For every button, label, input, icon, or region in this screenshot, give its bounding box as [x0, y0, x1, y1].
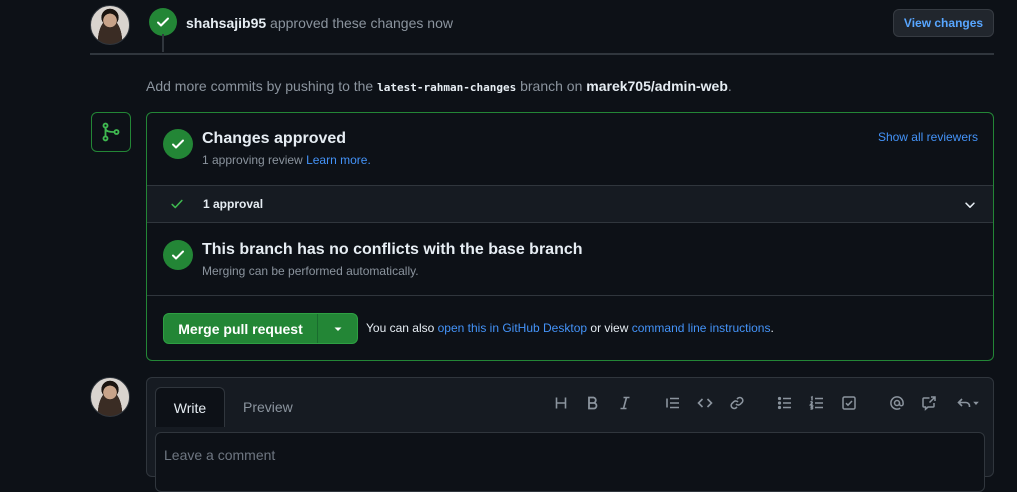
approval-count: 1 approval — [203, 197, 264, 211]
approval-summary-row[interactable]: 1 approval — [147, 185, 993, 223]
tab-write[interactable]: Write — [155, 387, 225, 427]
unordered-list-icon[interactable] — [775, 393, 795, 413]
row-divider — [147, 222, 993, 223]
code-icon[interactable] — [695, 393, 715, 413]
alternate-merge-text: You can also open this in GitHub Desktop… — [366, 321, 774, 335]
also-prefix: You can also — [366, 321, 435, 335]
approved-check-icon — [149, 8, 177, 36]
changes-approved-check-icon — [163, 129, 193, 159]
view-changes-button[interactable]: View changes — [893, 9, 994, 37]
or-view-text: or view — [590, 321, 629, 335]
italic-icon[interactable] — [615, 393, 635, 413]
caret-down-icon — [334, 327, 341, 331]
push-hint-suffix: . — [727, 78, 732, 94]
merge-pull-request-button-group: Merge pull request — [163, 313, 358, 344]
mention-icon[interactable] — [887, 393, 907, 413]
cross-reference-icon[interactable] — [919, 393, 939, 413]
no-conflicts-subtitle: Merging can be performed automatically. — [202, 264, 419, 278]
changes-approved-title: Changes approved — [202, 130, 347, 147]
repo-name[interactable]: marek705/admin-web — [586, 78, 728, 94]
ordered-list-icon[interactable] — [807, 393, 827, 413]
merge-pull-request-button[interactable]: Merge pull request — [164, 314, 318, 343]
push-hint-prefix: Add more commits by pushing to the — [146, 78, 374, 94]
branch-name: latest-rahman-changes — [377, 81, 517, 94]
reviewer-avatar[interactable] — [90, 5, 130, 45]
command-line-instructions-link[interactable]: command line instructions — [632, 321, 771, 335]
timeline-connector — [162, 34, 164, 52]
also-suffix: . — [770, 321, 774, 335]
push-hint-middle: branch on — [520, 78, 583, 94]
saved-replies-icon[interactable] — [953, 393, 983, 413]
caret-down-icon — [973, 401, 979, 405]
github-desktop-link[interactable]: open this in GitHub Desktop — [438, 321, 587, 335]
heading-icon[interactable] — [551, 393, 571, 413]
approving-review-count: 1 approving review — [202, 153, 303, 167]
quote-icon[interactable] — [663, 393, 683, 413]
reviewer-username[interactable]: shahsajib95 — [186, 15, 266, 31]
current-user-avatar[interactable] — [90, 377, 130, 417]
no-conflicts-check-icon — [163, 240, 193, 270]
approval-check-icon — [171, 199, 183, 209]
chevron-down-icon[interactable] — [963, 198, 977, 212]
push-hint: Add more commits by pushing to the lates… — [146, 78, 732, 94]
review-time[interactable]: now — [427, 15, 453, 31]
task-list-icon[interactable] — [839, 393, 859, 413]
learn-more-link[interactable]: Learn more. — [306, 153, 371, 167]
tab-preview[interactable]: Preview — [243, 399, 293, 415]
show-all-reviewers-link[interactable]: Show all reviewers — [878, 130, 978, 144]
timeline-divider — [90, 53, 994, 55]
no-conflicts-title: This branch has no conflicts with the ba… — [202, 241, 583, 258]
row-divider — [147, 185, 993, 186]
merge-method-dropdown[interactable] — [318, 314, 357, 343]
approved-subtitle: 1 approving review Learn more. — [202, 153, 371, 167]
link-icon[interactable] — [727, 393, 747, 413]
row-divider — [147, 295, 993, 296]
review-event-text: shahsajib95 approved these changes now — [186, 15, 453, 31]
comment-textarea[interactable]: Leave a comment — [155, 432, 985, 492]
bold-icon[interactable] — [583, 393, 603, 413]
git-merge-icon — [91, 112, 131, 152]
review-action: approved these changes — [270, 15, 424, 31]
